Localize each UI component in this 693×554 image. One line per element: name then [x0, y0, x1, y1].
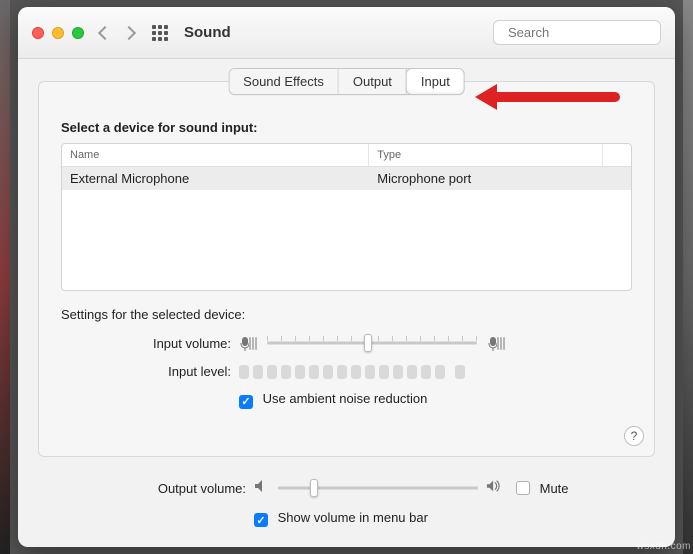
- tab-output[interactable]: Output: [339, 69, 407, 94]
- input-volume-label: Input volume:: [61, 336, 239, 351]
- column-type[interactable]: Type: [369, 144, 603, 166]
- input-level-row: Input level:: [61, 364, 632, 379]
- input-level-meter: [239, 365, 465, 379]
- window-title: Sound: [184, 24, 231, 41]
- output-volume-slider[interactable]: [278, 479, 478, 497]
- mute-label: Mute: [540, 481, 569, 496]
- checkbox-icon: [516, 481, 530, 495]
- noise-reduction-label: Use ambient noise reduction: [263, 391, 428, 406]
- input-volume-knob[interactable]: [364, 334, 372, 352]
- table-header: Name Type: [62, 144, 631, 167]
- input-devices-table: Name Type External Microphone Microphone…: [61, 143, 632, 291]
- window-toolbar: Sound: [18, 7, 675, 59]
- column-spacer: [603, 144, 631, 166]
- mic-low-icon: [239, 336, 249, 350]
- wallpaper-right: [683, 0, 693, 554]
- checkbox-icon: [239, 395, 253, 409]
- mic-high-icon: [487, 336, 497, 350]
- speaker-high-icon: [486, 479, 502, 498]
- input-level-label: Input level:: [61, 364, 239, 379]
- help-button[interactable]: ?: [624, 426, 644, 446]
- speaker-low-icon: [254, 479, 270, 498]
- watermark: wsxdn.com: [636, 541, 691, 552]
- device-settings-heading: Settings for the selected device:: [61, 307, 632, 322]
- nav-buttons: [100, 28, 134, 38]
- search-field[interactable]: [493, 20, 661, 45]
- window-controls: [32, 27, 84, 39]
- device-name: External Microphone: [62, 167, 369, 190]
- input-volume-slider[interactable]: [267, 334, 477, 352]
- device-select-heading: Select a device for sound input:: [61, 120, 632, 135]
- checkbox-icon: [254, 513, 268, 527]
- wallpaper-left: [0, 0, 10, 554]
- mic-high-bars: [497, 337, 505, 350]
- forward-button[interactable]: [122, 25, 136, 39]
- search-input[interactable]: [508, 25, 675, 40]
- noise-reduction-checkbox[interactable]: Use ambient noise reduction: [239, 391, 427, 409]
- footer-controls: Output volume: Mute Show volume in menu …: [38, 479, 655, 540]
- tab-input[interactable]: Input: [407, 69, 464, 94]
- mic-low-bars: [249, 337, 257, 350]
- column-name[interactable]: Name: [62, 144, 369, 166]
- output-volume-row: Output volume: Mute: [38, 479, 655, 498]
- mute-checkbox[interactable]: Mute: [516, 481, 569, 496]
- back-button[interactable]: [98, 25, 112, 39]
- table-row[interactable]: External Microphone Microphone port: [62, 167, 631, 190]
- minimize-button[interactable]: [52, 27, 64, 39]
- zoom-button[interactable]: [72, 27, 84, 39]
- show-volume-checkbox[interactable]: Show volume in menu bar: [254, 510, 428, 528]
- close-button[interactable]: [32, 27, 44, 39]
- noise-reduction-row: Use ambient noise reduction: [61, 391, 632, 409]
- show-all-icon[interactable]: [152, 25, 168, 41]
- output-volume-knob[interactable]: [310, 479, 318, 497]
- device-type: Microphone port: [369, 167, 631, 190]
- tab-bar: Sound Effects Output Input: [228, 68, 465, 95]
- input-volume-row: Input volume:: [61, 334, 632, 352]
- show-volume-row: Show volume in menu bar: [38, 510, 655, 528]
- settings-pane: Sound Effects Output Input Select a devi…: [38, 81, 655, 457]
- show-volume-label: Show volume in menu bar: [278, 510, 428, 525]
- output-volume-label: Output volume:: [38, 481, 254, 496]
- sound-preferences-window: Sound Sound Effects Output Input Select …: [18, 7, 675, 547]
- tab-sound-effects[interactable]: Sound Effects: [229, 69, 339, 94]
